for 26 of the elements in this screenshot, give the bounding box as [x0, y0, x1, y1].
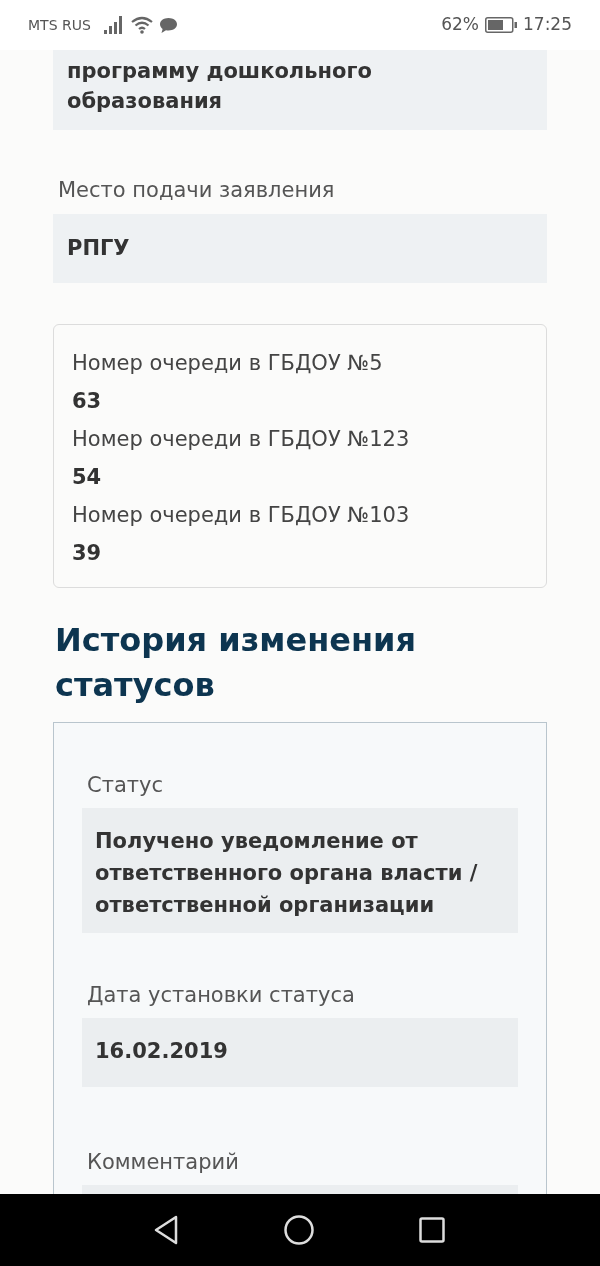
clock-time: 17:25	[523, 13, 572, 37]
battery-percent: 62%	[441, 13, 479, 37]
submission-place-label: Место подачи заявления	[57, 177, 336, 204]
status-value: Получено уведомление от ответственного органа власти / ответственной организации	[82, 808, 518, 933]
recents-square-icon	[418, 1217, 445, 1243]
home-button[interactable]	[281, 1213, 316, 1247]
wifi-icon	[130, 16, 153, 34]
status-label: Статус	[86, 772, 164, 799]
comment-label: Комментарий	[86, 1149, 240, 1176]
queue-label: Номер очереди в ГБДОУ №5	[72, 350, 384, 377]
signal-icon	[103, 16, 124, 34]
chat-bubble-icon	[159, 17, 177, 33]
queue-number: 54	[72, 464, 103, 491]
field-value: программу дошкольного образования	[53, 50, 547, 130]
home-circle-icon	[283, 1215, 314, 1245]
battery-icon	[485, 17, 517, 33]
queue-label: Номер очереди в ГБДОУ №103	[72, 502, 411, 529]
queue-number: 63	[72, 388, 103, 415]
queue-label: Номер очереди в ГБДОУ №123	[72, 426, 411, 453]
date-label: Дата установки статуса	[86, 982, 356, 1009]
submission-place-value: РПГУ	[53, 214, 547, 283]
back-triangle-icon	[152, 1215, 179, 1245]
date-value: 16.02.2019	[82, 1018, 518, 1087]
carrier-name: MTS RUS	[28, 15, 91, 35]
section-heading: История изменения статусов	[54, 620, 418, 706]
queue-number: 39	[72, 540, 103, 567]
